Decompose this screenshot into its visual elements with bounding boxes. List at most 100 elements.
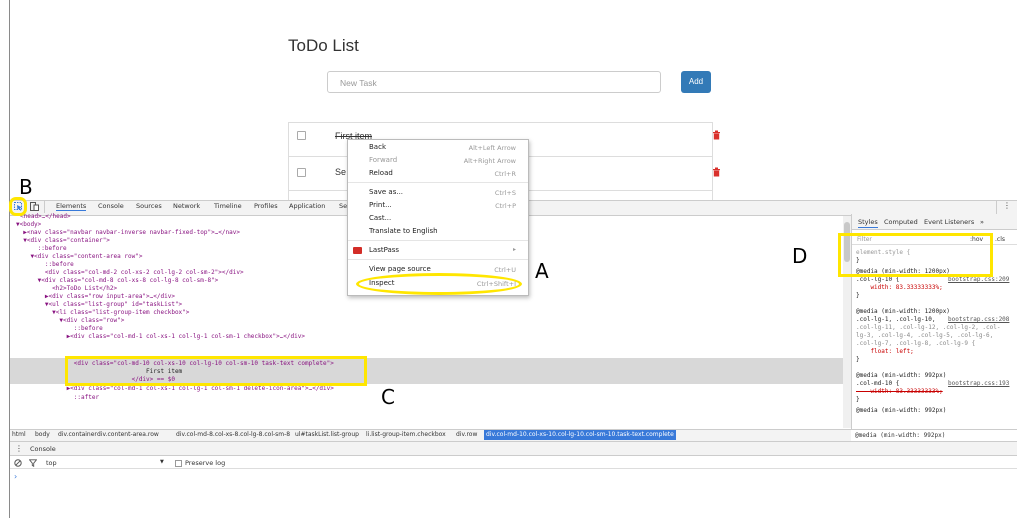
- trash-icon[interactable]: [712, 130, 721, 140]
- trash-icon[interactable]: [712, 167, 721, 177]
- add-button[interactable]: Add: [681, 71, 711, 93]
- item-checkbox[interactable]: [297, 168, 306, 177]
- menu-shortcut: Ctrl+U: [494, 266, 516, 274]
- console-drawer-bar: [10, 442, 1017, 456]
- style-line[interactable]: width: 83.33333333%;: [856, 284, 942, 292]
- tab-application[interactable]: Application: [289, 202, 325, 210]
- tab-timeline[interactable]: Timeline: [214, 202, 242, 210]
- style-line: @media (min-width: 992px): [856, 372, 947, 379]
- page-title: ToDo List: [288, 36, 359, 55]
- breadcrumb-item-active[interactable]: div.col-md-10.col-xs-10.col-lg-10.col-sm…: [484, 430, 676, 440]
- dom-line[interactable]: ▼<div class="row">: [16, 317, 124, 325]
- breadcrumb-item[interactable]: div.row: [456, 431, 477, 438]
- dom-line[interactable]: ▼<li class="list-group-item checkbox">: [16, 309, 189, 317]
- menu-item-translate[interactable]: Translate to English: [369, 227, 438, 235]
- dom-line[interactable]: ::after: [16, 394, 99, 402]
- tab-elements[interactable]: Elements: [56, 202, 87, 211]
- selected-node-box: [65, 356, 367, 386]
- style-line: .col-lg-10 {: [856, 276, 900, 283]
- tab-more[interactable]: »: [980, 218, 984, 227]
- breadcrumb-item[interactable]: li.list-group-item.checkbox: [366, 431, 446, 438]
- dom-line[interactable]: ▶<div class="col-md-1 col-xs-1 col-lg-1 …: [16, 333, 305, 341]
- chevron-down-icon[interactable]: ▼: [160, 459, 164, 465]
- dom-line[interactable]: ▼<div class="content-area row">: [16, 253, 142, 261]
- tab-computed[interactable]: Computed: [884, 218, 918, 227]
- dom-line[interactable]: <h2>ToDo List</h2>: [16, 285, 117, 293]
- dom-line[interactable]: ▼<div class="container">: [16, 237, 110, 245]
- dom-line[interactable]: ::before: [16, 245, 67, 253]
- inspect-button-highlight: [9, 197, 27, 216]
- style-source-link[interactable]: bootstrap.css:209: [948, 276, 1009, 284]
- style-line[interactable]: float: left;: [856, 348, 913, 356]
- console-context-select[interactable]: top: [46, 459, 57, 467]
- style-source-link[interactable]: bootstrap.css:208: [948, 316, 1009, 324]
- filter-icon[interactable]: [29, 459, 37, 467]
- preserve-log-checkbox[interactable]: [175, 460, 182, 467]
- breadcrumb-item[interactable]: html: [12, 431, 26, 438]
- menu-item-back[interactable]: Back: [369, 143, 386, 151]
- tab-styles[interactable]: Styles: [858, 218, 878, 228]
- breadcrumb-item[interactable]: body: [35, 431, 50, 438]
- menu-separator: [348, 182, 528, 183]
- dom-line[interactable]: ▼<div class="col-md-8 col-xs-8 col-lg-8 …: [16, 277, 219, 285]
- menu-shortcut: Ctrl+R: [494, 170, 516, 178]
- item-text: Se: [335, 167, 347, 177]
- preserve-log-label: Preserve log: [185, 459, 226, 467]
- cls-toggle[interactable]: .cls: [995, 236, 1005, 244]
- breadcrumb-item[interactable]: ul#taskList.list-group: [295, 431, 359, 438]
- device-toolbar-icon[interactable]: [30, 202, 39, 211]
- style-line-overridden[interactable]: width: 83.33333333%;: [856, 388, 942, 396]
- menu-shortcut: Ctrl+S: [494, 189, 516, 197]
- element-style-box: [838, 233, 993, 277]
- dom-line[interactable]: ::before: [16, 325, 103, 333]
- style-line: .col-md-10 {: [856, 380, 900, 387]
- item-checkbox[interactable]: [297, 131, 306, 140]
- style-line: .col-lg-1, .col-lg-10,: [856, 316, 936, 323]
- drawer-menu-icon[interactable]: ⋮: [15, 444, 23, 453]
- tab-console[interactable]: Console: [98, 202, 124, 210]
- dom-line[interactable]: ▶<div class="row input-area">…</div>: [16, 293, 175, 301]
- dom-line[interactable]: <head>…</head>: [20, 213, 71, 221]
- dom-line[interactable]: ▼<ul class="list-group" id="taskList">: [16, 301, 182, 309]
- dom-line[interactable]: <div class="col-md-2 col-xs-2 col-lg-2 c…: [16, 269, 244, 277]
- devtools-menu-icon[interactable]: ⋮: [1003, 201, 1011, 210]
- tab-network[interactable]: Network: [173, 202, 200, 210]
- menu-item-forward[interactable]: Forward: [369, 156, 397, 164]
- annotation-label-d: D: [792, 244, 808, 268]
- menu-shortcut: Alt+Right Arrow: [463, 157, 516, 165]
- breadcrumb-item[interactable]: div.col-md-8.col-xs-8.col-lg-8.col-sm-8: [176, 431, 290, 438]
- dom-line[interactable]: ▶<div class="col-md-1 col-xs-1 col-lg-1 …: [16, 385, 334, 393]
- style-line: @media (min-width: 992px): [856, 407, 947, 414]
- tab-profiles[interactable]: Profiles: [254, 202, 278, 210]
- breadcrumb-item[interactable]: div.content-area.row: [97, 431, 159, 438]
- annotation-label-a: A: [535, 259, 549, 283]
- style-line: @media (min-width: 992px): [851, 430, 1017, 441]
- style-line: .col-lg-11, .col-lg-12, .col-lg-2, .col-: [856, 324, 1001, 331]
- annotation-label-b: B: [19, 175, 33, 199]
- tab-console-drawer[interactable]: Console: [30, 445, 56, 453]
- lastpass-icon: [353, 247, 362, 254]
- menu-item-view-source[interactable]: View page source: [369, 265, 431, 273]
- tab-event-listeners[interactable]: Event Listeners: [924, 218, 974, 227]
- menu-shortcut: Ctrl+P: [495, 202, 516, 210]
- new-task-input[interactable]: New Task: [327, 71, 661, 93]
- style-line: @media (min-width: 1200px): [856, 308, 950, 315]
- dom-line[interactable]: ▶<nav class="navbar navbar-inverse navba…: [16, 229, 240, 237]
- menu-item-cast[interactable]: Cast...: [369, 214, 391, 222]
- console-prompt[interactable]: ›: [14, 472, 17, 481]
- style-line: }: [856, 356, 860, 363]
- menu-item-lastpass[interactable]: LastPass: [369, 246, 399, 254]
- dom-line[interactable]: ::before: [16, 261, 74, 269]
- menu-shortcut: Alt+Left Arrow: [468, 144, 516, 152]
- menu-item-print[interactable]: Print...: [369, 201, 392, 209]
- tab-security[interactable]: Se: [339, 202, 347, 210]
- menu-item-save-as[interactable]: Save as...: [369, 188, 403, 196]
- inspect-highlight-ellipse: [356, 273, 522, 295]
- menu-separator: [348, 240, 528, 241]
- menu-item-reload[interactable]: Reload: [369, 169, 393, 177]
- tab-sources[interactable]: Sources: [136, 202, 162, 210]
- breadcrumb-item[interactable]: div.container: [58, 431, 97, 438]
- style-source-link[interactable]: bootstrap.css:193: [948, 380, 1009, 388]
- dom-line[interactable]: ▼<body>: [16, 221, 41, 229]
- clear-console-icon[interactable]: [14, 459, 22, 467]
